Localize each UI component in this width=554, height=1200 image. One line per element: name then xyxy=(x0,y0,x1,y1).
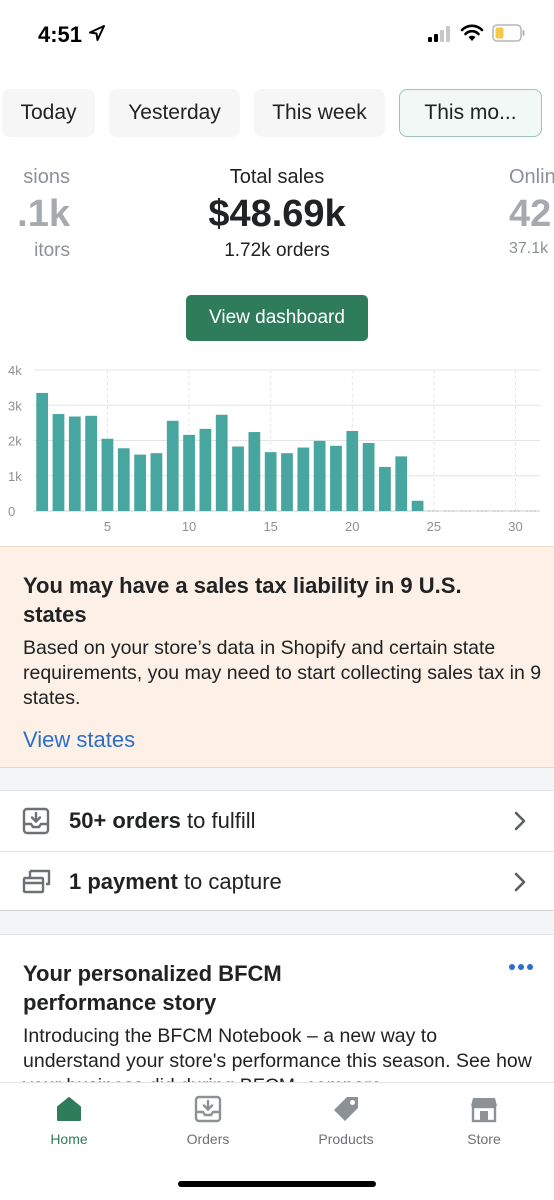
tab-label: Orders xyxy=(186,1131,230,1147)
task-payment-to-capture[interactable]: 1 payment to capture xyxy=(0,851,554,911)
status-time: 4:51 xyxy=(38,22,83,47)
chart-bar xyxy=(183,434,195,511)
story-title: Your personalized BFCM performance story xyxy=(23,961,282,1015)
date-range-selector: Today Yesterday This week This mo... xyxy=(0,89,554,137)
chip-this-week[interactable]: This week xyxy=(254,89,385,137)
x-tick-label: 30 xyxy=(508,519,522,534)
metric-sessions[interactable]: sions .1k itors xyxy=(0,166,70,262)
chip-this-month[interactable]: This mo... xyxy=(399,89,542,137)
bfcm-story-card[interactable]: Your personalized BFCM performance story… xyxy=(0,934,554,1084)
chart-bar xyxy=(199,428,212,511)
orders-icon xyxy=(194,1095,222,1123)
chart-bar xyxy=(281,453,293,511)
chart-bar xyxy=(313,440,326,511)
chart-bar xyxy=(36,392,49,511)
metric-total-sales[interactable]: Total sales $48.69k 1.72k orders xyxy=(152,166,402,262)
y-tick-label: 4k xyxy=(8,363,22,378)
task-orders-to-fulfill[interactable]: 50+ orders to fulfill xyxy=(0,791,554,851)
chart-bar xyxy=(232,446,244,511)
view-states-link[interactable]: View states xyxy=(23,727,135,753)
chart-bar xyxy=(248,432,261,511)
products-icon xyxy=(334,1097,358,1121)
chart-bar xyxy=(85,415,98,511)
more-horizontal-icon[interactable] xyxy=(508,963,534,971)
chip-today[interactable]: Today xyxy=(2,89,95,137)
chart-bar xyxy=(411,500,424,511)
sales-chart: 0 1k 2k 3k 4k 5 10 15 20 25 30 xyxy=(8,363,540,534)
metric-sub: 37.1k xyxy=(509,240,549,257)
chart-bar xyxy=(101,438,114,511)
metric-sub: itors xyxy=(34,240,70,261)
chart-bar xyxy=(134,454,146,511)
chip-yesterday[interactable]: Yesterday xyxy=(109,89,240,137)
status-bar: 4:51 xyxy=(0,0,554,70)
chart-bar xyxy=(52,414,65,511)
x-tick-label: 20 xyxy=(345,519,359,534)
chart-bar xyxy=(166,420,179,511)
chart-bar xyxy=(264,452,277,511)
chevron-right-icon xyxy=(514,811,526,831)
task-label: 50+ orders to fulfill xyxy=(69,808,256,833)
x-tick-label: 15 xyxy=(263,519,277,534)
cellular-signal-icon xyxy=(428,26,450,42)
banner-title: You may have a sales tax liability in 9 … xyxy=(23,573,462,627)
tab-home[interactable]: Home xyxy=(19,1095,119,1147)
story-body: Introducing the BFCM Notebook – a new wa… xyxy=(23,1025,532,1084)
chart-bar xyxy=(215,414,228,511)
chart-bar xyxy=(362,442,375,511)
x-tick-label: 5 xyxy=(104,519,111,534)
credit-cards-icon xyxy=(22,869,51,893)
metric-value: .1k xyxy=(17,193,70,235)
metric-label: sions xyxy=(23,166,70,188)
metric-value: 42 xyxy=(509,193,552,235)
chart-bar xyxy=(346,430,359,511)
store-icon xyxy=(471,1098,497,1123)
view-dashboard-button[interactable]: View dashboard xyxy=(186,295,368,341)
y-tick-label: 1k xyxy=(8,469,22,484)
chart-bar xyxy=(68,416,81,511)
metric-sub: 1.72k orders xyxy=(224,240,330,261)
chevron-right-icon xyxy=(514,872,526,891)
home-indicator xyxy=(178,1181,376,1187)
tab-label: Products xyxy=(318,1131,374,1147)
x-tick-label: 25 xyxy=(427,519,441,534)
location-arrow-icon xyxy=(89,25,105,41)
inbox-download-icon xyxy=(22,807,50,835)
y-tick-label: 3k xyxy=(8,398,22,413)
chart-bar xyxy=(297,447,310,511)
home-icon xyxy=(57,1097,81,1121)
chart-bar xyxy=(117,448,130,511)
tab-products[interactable]: Products xyxy=(296,1095,396,1147)
metric-label: Onlin xyxy=(509,166,554,188)
y-tick-label: 2k xyxy=(8,434,22,449)
sales-tax-banner: You may have a sales tax liability in 9 … xyxy=(0,546,554,768)
tab-label: Home xyxy=(50,1131,88,1147)
x-tick-label: 10 xyxy=(182,519,196,534)
wifi-icon xyxy=(460,24,484,41)
tab-orders[interactable]: Orders xyxy=(158,1095,258,1147)
metric-online[interactable]: Onlin 42 37.1k xyxy=(509,166,554,258)
metric-value: $48.69k xyxy=(208,193,346,235)
chart-bar xyxy=(395,456,408,511)
tab-store[interactable]: Store xyxy=(434,1095,534,1147)
task-label: 1 payment to capture xyxy=(69,868,282,894)
chart-bar xyxy=(330,445,342,511)
tasks-card: 50+ orders to fulfill 1 payment to captu… xyxy=(0,790,554,911)
tab-label: Store xyxy=(467,1131,501,1147)
chart-bar xyxy=(379,466,391,511)
y-tick-label: 0 xyxy=(8,504,15,519)
metric-label: Total sales xyxy=(229,166,325,188)
battery-icon xyxy=(492,24,525,42)
banner-body: Based on your store’s data in Shopify an… xyxy=(23,637,542,709)
chart-bar xyxy=(150,453,163,511)
